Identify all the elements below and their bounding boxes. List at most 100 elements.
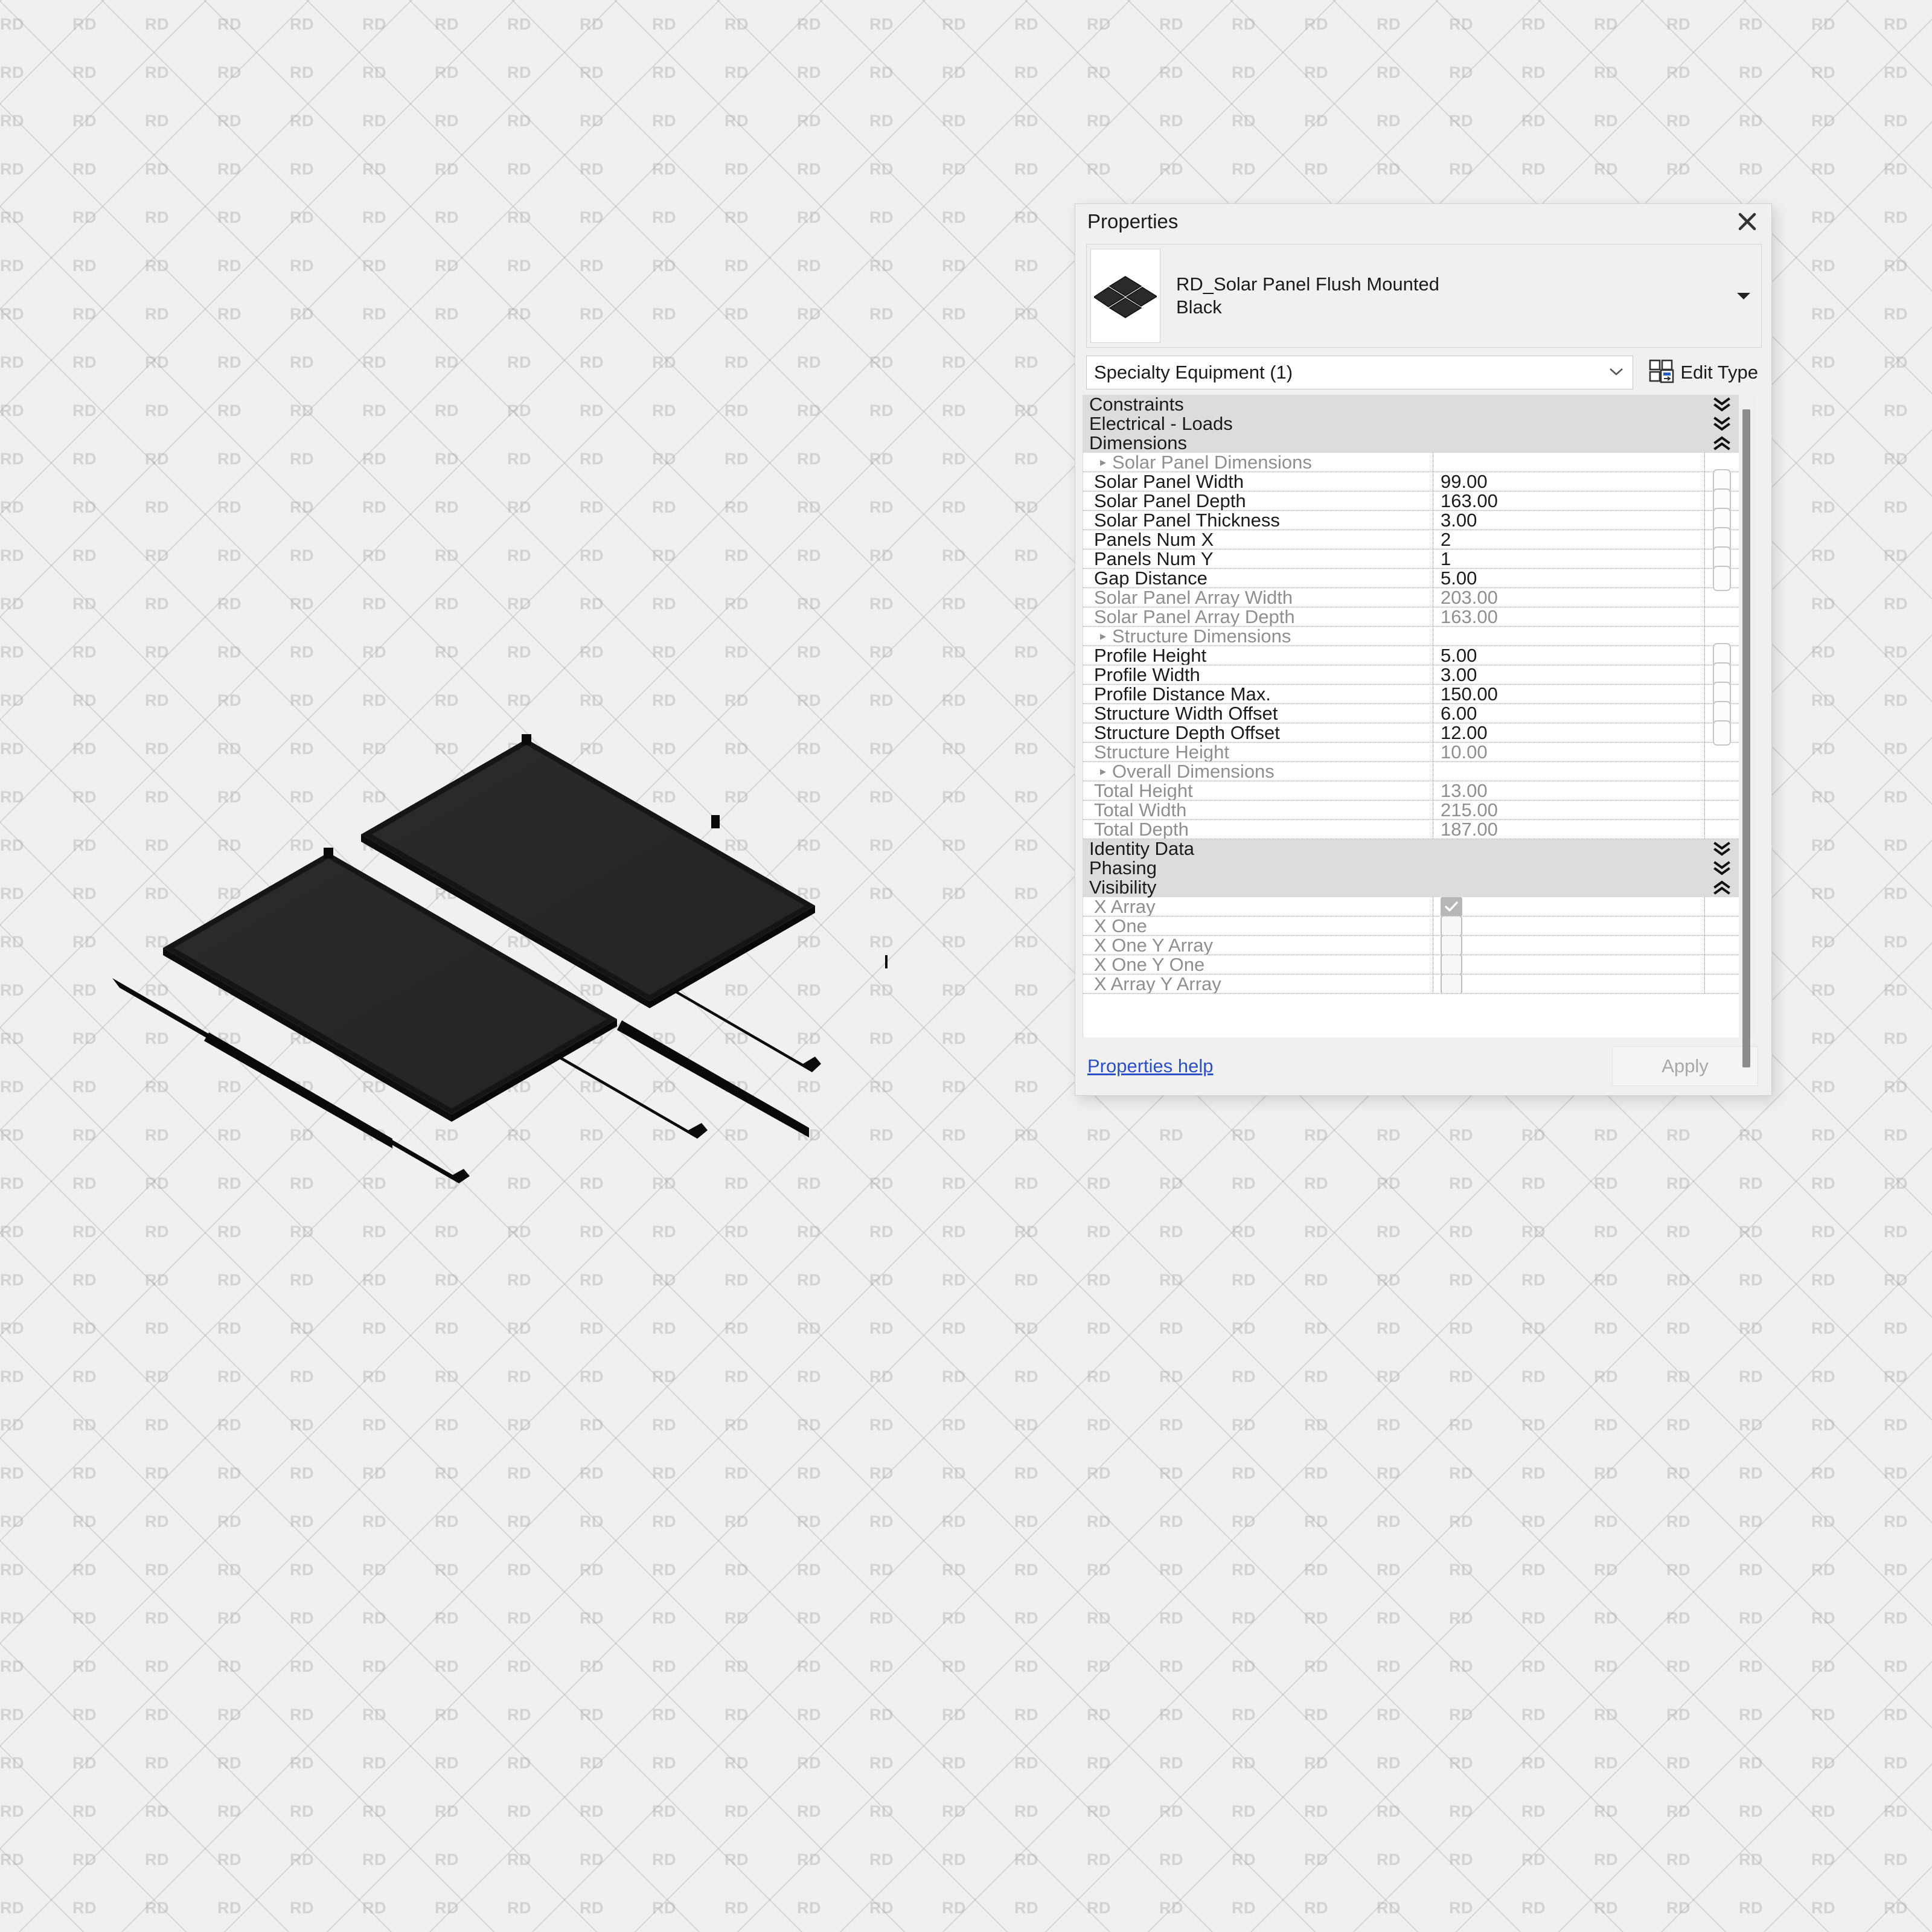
parameter-row[interactable]: X One (1083, 916, 1739, 936)
chevron-down-icon[interactable] (1735, 291, 1753, 301)
parameter-subcategory-row[interactable]: ▸Structure Dimensions (1083, 627, 1739, 646)
close-icon[interactable] (1734, 208, 1761, 235)
watermark-tile: RD (1739, 1159, 1811, 1208)
watermark-tile: RD (1739, 1449, 1811, 1497)
watermark-tile: RD (1377, 1884, 1449, 1932)
parameter-scrollbar[interactable] (1739, 395, 1756, 1037)
watermark-tile: RD (1884, 338, 1932, 386)
parameter-checkbox[interactable] (1441, 955, 1462, 974)
parameter-row[interactable]: Solar Panel Width99.00 (1083, 472, 1739, 491)
watermark-tile: RD (1811, 773, 1884, 821)
watermark-tile: RD (1377, 1835, 1449, 1884)
parameter-checkbox[interactable] (1441, 936, 1462, 955)
watermark-tile: RD (1811, 1497, 1884, 1546)
parameter-row[interactable]: Panels Num X2 (1083, 530, 1739, 549)
watermark-tile: RD (1739, 145, 1811, 193)
parameter-row[interactable]: Structure Width Offset6.00 (1083, 704, 1739, 723)
parameter-checkbox[interactable] (1441, 897, 1462, 916)
watermark-tile: RD (1377, 1787, 1449, 1835)
parameter-value[interactable]: 3.00 (1433, 665, 1705, 684)
parameter-value[interactable]: 5.00 (1433, 646, 1705, 665)
solar-panel-array-3d-model[interactable] (91, 694, 888, 1189)
watermark-tile: RD (1159, 1352, 1232, 1401)
parameter-group-phasing[interactable]: Phasing (1083, 859, 1739, 878)
parameter-value[interactable]: 1 (1433, 549, 1705, 568)
parameter-row[interactable]: X Array (1083, 897, 1739, 916)
chevron-double-down-icon[interactable] (1705, 840, 1739, 858)
parameter-value[interactable]: 5.00 (1433, 569, 1705, 587)
parameter-group-constraints[interactable]: Constraints (1083, 395, 1739, 414)
parameter-row[interactable]: Total Depth187.00 (1083, 820, 1739, 839)
watermark-tile: RD (1739, 1497, 1811, 1546)
parameter-row[interactable]: Structure Height10.00 (1083, 743, 1739, 762)
watermark-tile: RD (1666, 0, 1739, 48)
parameter-row[interactable]: X One Y Array (1083, 936, 1739, 955)
parameter-row[interactable]: Gap Distance5.00 (1083, 569, 1739, 588)
parameter-row[interactable]: Structure Depth Offset12.00 (1083, 723, 1739, 743)
parameter-row[interactable]: Solar Panel Array Depth163.00 (1083, 607, 1739, 627)
watermark-tile: RD (1449, 1884, 1521, 1932)
properties-help-link[interactable]: Properties help (1087, 1055, 1214, 1077)
properties-titlebar[interactable]: Properties (1075, 204, 1771, 239)
parameter-value-cell[interactable] (1433, 955, 1705, 974)
parameter-group-electrical-loads[interactable]: Electrical - Loads (1083, 414, 1739, 433)
parameter-checkbox[interactable] (1441, 974, 1462, 993)
parameter-value-cell[interactable] (1433, 974, 1705, 993)
parameter-value[interactable]: 2 (1433, 530, 1705, 549)
parameter-group-visibility[interactable]: Visibility (1083, 878, 1739, 897)
chevron-double-up-icon[interactable] (1705, 434, 1739, 452)
parameter-subcategory-row[interactable]: ▸Solar Panel Dimensions (1083, 453, 1739, 472)
parameter-row[interactable]: X One Y One (1083, 955, 1739, 974)
parameter-grid[interactable]: ConstraintsElectrical - LoadsDimensions▸… (1083, 395, 1739, 1037)
parameter-group-identity-data[interactable]: Identity Data (1083, 839, 1739, 859)
parameter-value[interactable]: 163.00 (1433, 491, 1705, 510)
parameter-value[interactable]: 3.00 (1433, 511, 1705, 529)
parameter-value[interactable]: 99.00 (1433, 472, 1705, 491)
watermark-tile: RD (1304, 1594, 1377, 1642)
parameter-value-cell[interactable] (1433, 916, 1705, 935)
watermark-tile: RD (1666, 1835, 1739, 1884)
watermark-tile: RD (1159, 145, 1232, 193)
parameter-row[interactable]: Profile Distance Max.150.00 (1083, 685, 1739, 704)
model-viewport[interactable] (0, 0, 1075, 1932)
parameter-row[interactable]: Total Height13.00 (1083, 781, 1739, 801)
watermark-tile: RD (1449, 1256, 1521, 1304)
category-select[interactable]: Specialty Equipment (1) (1086, 356, 1633, 389)
apply-button[interactable]: Apply (1612, 1046, 1758, 1086)
watermark-tile: RD (1884, 435, 1932, 483)
chevron-double-down-icon[interactable] (1705, 395, 1739, 414)
parameter-subcategory-row[interactable]: ▸Overall Dimensions (1083, 762, 1739, 781)
parameter-value-cell[interactable] (1433, 936, 1705, 955)
parameter-value[interactable]: 6.00 (1433, 704, 1705, 723)
parameter-row[interactable]: Solar Panel Thickness3.00 (1083, 511, 1739, 530)
watermark-tile: RD (1666, 1690, 1739, 1739)
watermark-tile: RD (1521, 1835, 1594, 1884)
parameter-checkbox[interactable] (1441, 916, 1462, 935)
parameter-value[interactable]: 150.00 (1433, 685, 1705, 703)
parameter-row[interactable]: Panels Num Y1 (1083, 549, 1739, 569)
parameter-row[interactable]: Total Width215.00 (1083, 801, 1739, 820)
properties-palette[interactable]: Properties RD_Solar Panel (1075, 203, 1772, 1096)
chevron-double-up-icon[interactable] (1705, 878, 1739, 897)
type-preview[interactable]: RD_Solar Panel Flush Mounted Black (1086, 244, 1762, 348)
watermark-tile: RD (1884, 145, 1932, 193)
parameter-row[interactable]: Solar Panel Array Width203.00 (1083, 588, 1739, 607)
chevron-double-down-icon[interactable] (1705, 859, 1739, 877)
watermark-tile: RD (1521, 0, 1594, 48)
scrollbar-thumb[interactable] (1742, 409, 1750, 1067)
chevron-double-down-icon[interactable] (1705, 415, 1739, 433)
parameter-row[interactable]: Profile Width3.00 (1083, 665, 1739, 685)
parameter-row[interactable]: Solar Panel Depth163.00 (1083, 491, 1739, 511)
watermark-tile: RD (1884, 1014, 1932, 1063)
parameter-association-button[interactable] (1713, 566, 1731, 591)
parameter-value[interactable]: 12.00 (1433, 723, 1705, 742)
edit-type-button[interactable]: Edit Type (1644, 358, 1762, 388)
watermark-tile: RD (1884, 1739, 1932, 1787)
parameter-value-cell[interactable] (1433, 897, 1705, 916)
parameter-association-button[interactable] (1713, 720, 1731, 746)
parameter-name: Solar Panel Thickness (1083, 511, 1433, 529)
parameter-row[interactable]: X Array Y Array (1083, 974, 1739, 994)
parameter-row[interactable]: Profile Height5.00 (1083, 646, 1739, 665)
watermark-tile: RD (1304, 1835, 1377, 1884)
parameter-group-dimensions[interactable]: Dimensions (1083, 433, 1739, 453)
